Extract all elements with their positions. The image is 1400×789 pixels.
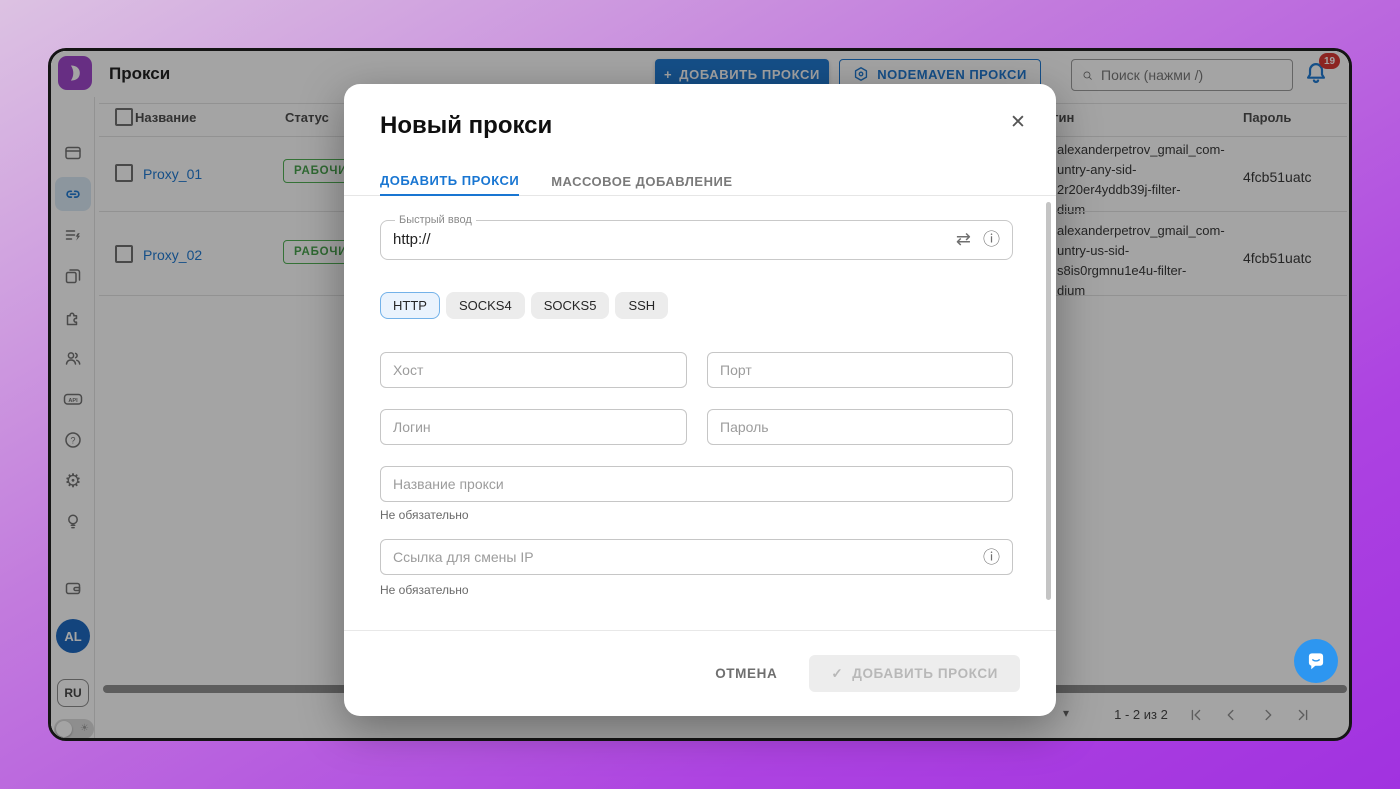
chip-ssh[interactable]: SSH [615,292,668,319]
password-field [707,409,1013,445]
change-ip-input[interactable] [393,549,983,565]
cancel-button[interactable]: ОТМЕНА [715,666,777,681]
info-icon[interactable]: ⓘ [983,231,1000,248]
new-proxy-modal: Новый прокси ✕ ДОБАВИТЬ ПРОКСИ МАССОВОЕ … [344,84,1056,716]
submit-label: ДОБАВИТЬ ПРОКСИ [852,666,998,681]
host-field [380,352,687,388]
check-icon: ✓ [831,666,843,682]
proxy-name-input[interactable] [393,476,1000,492]
desktop-background: Прокси + ДОБАВИТЬ ПРОКСИ NODEMAVEN ПРОКС… [0,0,1400,789]
chat-bubble-icon [1303,648,1329,674]
chip-http[interactable]: HTTP [380,292,440,319]
proxy-name-field [380,466,1013,502]
modal-title: Новый прокси [380,112,552,140]
login-input[interactable] [393,419,674,435]
quick-input-field: Быстрый ввод ⇄ ⓘ [380,214,1013,260]
swap-icon[interactable]: ⇄ [956,229,971,250]
tab-bulk-add[interactable]: МАССОВОЕ ДОБАВЛЕНИЕ [551,167,732,195]
helper-text: Не обязательно [380,508,469,522]
login-field [380,409,687,445]
helper-text: Не обязательно [380,583,469,597]
info-icon[interactable]: ⓘ [983,549,1000,566]
modal-scrollbar[interactable] [1046,202,1051,600]
modal-footer: ОТМЕНА ✓ ДОБАВИТЬ ПРОКСИ [344,630,1056,716]
port-input[interactable] [720,362,1000,378]
password-input[interactable] [720,419,1000,435]
chat-widget-button[interactable] [1294,639,1338,683]
quick-input[interactable] [393,231,956,248]
chip-socks4[interactable]: SOCKS4 [446,292,525,319]
port-field [707,352,1013,388]
chip-socks5[interactable]: SOCKS5 [531,292,610,319]
quick-input-label: Быстрый ввод [395,214,476,226]
host-input[interactable] [393,362,674,378]
tab-add-proxy[interactable]: ДОБАВИТЬ ПРОКСИ [380,167,519,196]
close-icon[interactable]: ✕ [1006,110,1030,134]
protocol-chips: HTTP SOCKS4 SOCKS5 SSH [380,292,668,319]
submit-add-proxy-button[interactable]: ✓ ДОБАВИТЬ ПРОКСИ [809,655,1020,692]
modal-tabs: ДОБАВИТЬ ПРОКСИ МАССОВОЕ ДОБАВЛЕНИЕ [344,167,1056,196]
change-ip-field: ⓘ [380,539,1013,575]
